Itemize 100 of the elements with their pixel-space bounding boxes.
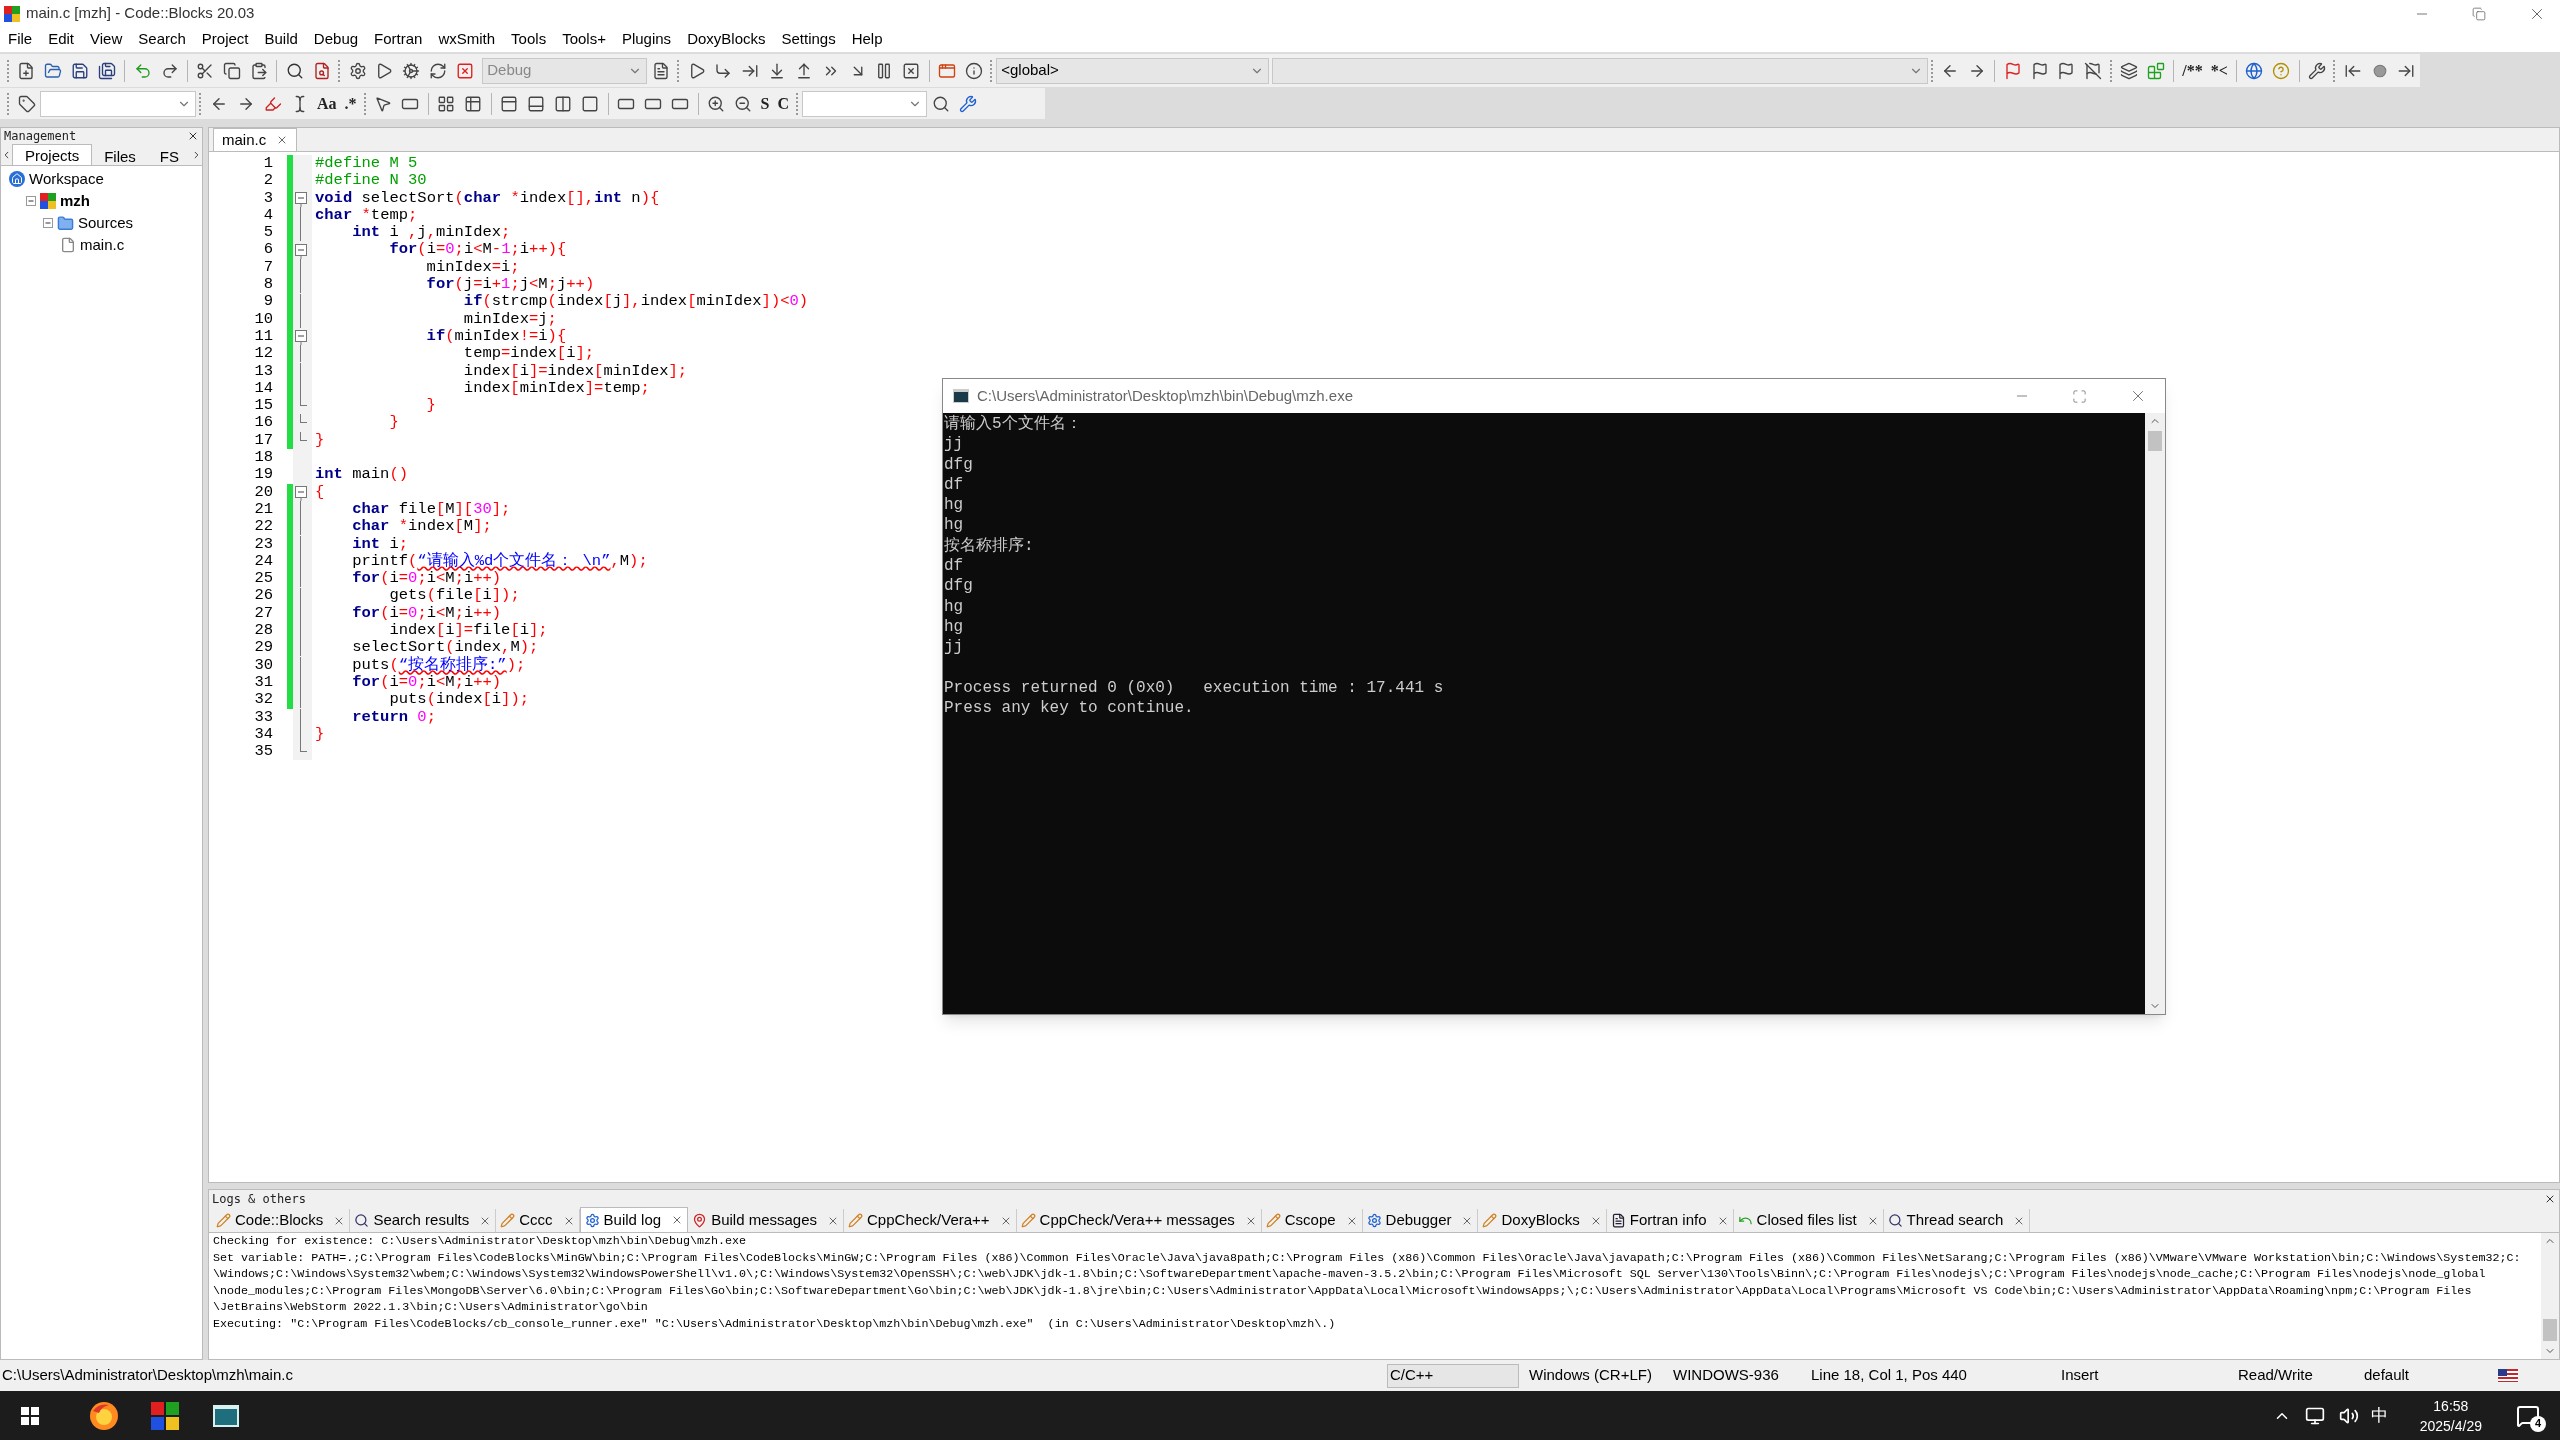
codeblocks-icon[interactable] [151,1401,179,1430]
columns-icon[interactable] [554,94,573,113]
wrench-icon[interactable] [2307,61,2326,80]
scrollbar[interactable] [2541,1233,2559,1359]
fold-toggle-icon[interactable] [295,483,308,501]
menu-item[interactable]: Settings [781,28,836,51]
line-comment-button[interactable]: *< [2206,57,2232,84]
menu-item[interactable]: File [8,28,33,51]
scroll-thumb[interactable] [2148,431,2162,451]
log-tab[interactable]: Build log [579,1207,689,1232]
redo-icon[interactable] [160,61,179,80]
menu-item[interactable]: Tools+ [562,28,606,51]
log-tab[interactable]: Thread search [1883,1209,2031,1232]
document-icon[interactable] [651,61,670,80]
scope-dropdown[interactable]: <global> [996,57,1269,84]
panel-tab[interactable]: FS [147,146,191,165]
fold-toggle-icon[interactable] [295,328,308,346]
windows-logo-icon[interactable] [21,1406,39,1425]
collapse-icon[interactable] [43,218,53,228]
menu-item[interactable]: Help [851,28,883,51]
toolbar-button[interactable]: S [756,90,774,117]
save-all-icon[interactable] [97,61,116,80]
search-icon[interactable] [931,94,950,113]
browser-icon[interactable] [89,1400,119,1431]
tree-item[interactable]: Sources [78,211,134,235]
tree-item[interactable]: main.c [80,233,125,257]
menu-item[interactable]: Debug [313,28,359,51]
log-tab[interactable]: Build messages [688,1209,845,1232]
abort-icon[interactable] [455,61,474,80]
menu-item[interactable]: Build [264,28,298,51]
scroll-thumb[interactable] [2543,1319,2557,1341]
new-file-icon[interactable] [17,61,36,80]
menu-item[interactable]: Fortran [374,28,423,51]
zoom-out-icon[interactable] [734,94,753,113]
blocks-icon[interactable] [2146,61,2165,80]
menu-item[interactable]: Tools [511,28,547,51]
pointer-icon[interactable] [374,94,393,113]
log-tab[interactable]: Debugger [1362,1209,1479,1232]
network-icon[interactable] [2304,1405,2325,1426]
log-tab[interactable]: Code::Blocks [212,1209,351,1232]
menu-item[interactable]: Search [138,28,186,51]
window-icon[interactable] [938,61,956,80]
log-tab[interactable]: DoxyBlocks [1478,1209,1607,1232]
play-icon[interactable] [375,61,394,80]
info-icon[interactable] [964,61,983,80]
log-tab[interactable]: Closed files list [1733,1209,1884,1232]
paste-icon[interactable] [250,61,269,80]
cog-icon[interactable] [402,61,421,80]
table-icon[interactable] [464,94,483,113]
undo-icon[interactable] [133,61,152,80]
layers-icon[interactable] [2120,61,2138,80]
flag-off-icon[interactable] [2084,61,2103,80]
save-icon[interactable] [71,61,90,80]
volume-icon[interactable] [2338,1405,2359,1426]
doc-comment-button[interactable]: /** [2178,57,2207,84]
globe-icon[interactable] [2245,61,2264,80]
console-app-icon[interactable] [213,1404,239,1427]
log-tab[interactable]: CppCheck/Vera++ [844,1209,1017,1232]
clock[interactable]: 16:58 2025/4/29 [2419,1395,2482,1436]
close-icon[interactable] [187,130,199,142]
menu-item[interactable]: View [90,28,123,51]
grid-icon[interactable] [437,94,456,113]
menu-item[interactable]: wxSmith [438,28,496,51]
run-to-cursor-icon[interactable] [714,61,733,80]
refresh-icon[interactable] [429,61,447,80]
wrench-icon[interactable] [958,94,977,113]
menu-item[interactable]: DoxyBlocks [687,28,766,51]
menu-item[interactable]: Edit [48,28,75,51]
flag-icon[interactable] [2030,61,2049,80]
log-tab[interactable]: Search results [350,1209,497,1232]
square-icon[interactable] [581,94,600,113]
step-into-icon[interactable] [768,61,786,80]
fold-toggle-icon[interactable] [295,189,308,207]
editor-tab[interactable]: main.c [213,128,298,151]
panel-tab[interactable]: Files [92,146,148,165]
tree-item[interactable]: mzh [60,189,90,213]
regex-button[interactable]: .* [340,90,361,117]
match-case-button[interactable]: Aa [313,90,341,117]
log-tab[interactable]: CppCheck/Vera++ messages [1016,1209,1262,1232]
zoom-in-icon[interactable] [707,94,726,113]
open-folder-icon[interactable] [44,61,63,80]
log-tab[interactable]: Cscope [1261,1209,1363,1232]
collapse-icon[interactable] [26,196,36,206]
flag-icon[interactable] [2003,61,2022,80]
highlighter-icon[interactable] [263,94,282,113]
restore-icon[interactable] [2472,6,2486,21]
replace-icon[interactable] [312,61,331,80]
menu-item[interactable]: Plugins [621,28,672,51]
ime-indicator[interactable]: 中 [2370,1402,2388,1429]
flag-icon[interactable] [2057,61,2076,80]
tag-icon[interactable] [17,94,36,113]
tree-item[interactable]: Workspace [29,167,104,191]
scrollbar[interactable] [2145,413,2165,1014]
panel-top-icon[interactable] [500,94,519,113]
gear-icon[interactable] [348,61,367,80]
panel-bottom-icon[interactable] [527,94,546,113]
help-icon[interactable] [2272,61,2291,80]
toolbar-button[interactable]: C [773,90,794,117]
log-tab[interactable]: Cccc [496,1209,580,1232]
search-icon[interactable] [285,61,304,80]
